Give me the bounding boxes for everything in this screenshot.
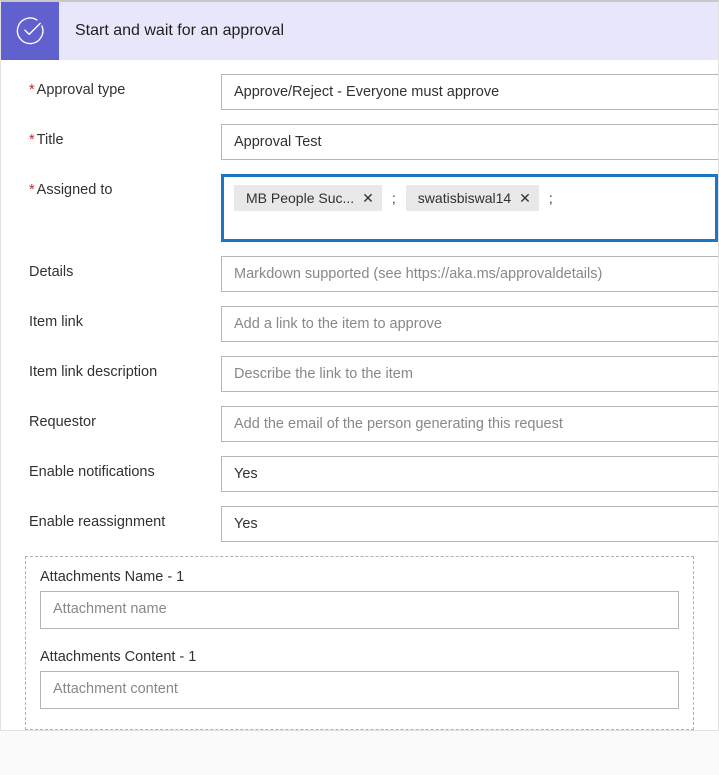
input-attachment-content[interactable]: Attachment content [40, 671, 679, 709]
label-enable-notifications: Enable notifications [29, 456, 221, 480]
close-icon[interactable]: ✕ [519, 191, 531, 205]
row-requestor: Requestor Add the email of the person ge… [1, 406, 718, 442]
card-title: Start and wait for an approval [75, 22, 284, 40]
label-item-link-desc: Item link description [29, 356, 221, 380]
input-details[interactable]: Markdown supported (see https://aka.ms/a… [221, 256, 718, 292]
input-enable-notifications[interactable]: Yes [221, 456, 718, 492]
token-separator: ; [386, 190, 402, 206]
row-assigned-to: *Assigned to MB People Suc... ✕ ; swatis… [1, 174, 718, 242]
approval-icon [1, 2, 59, 60]
input-assigned-to[interactable]: MB People Suc... ✕ ; swatisbiswal14 ✕ ; [221, 174, 718, 242]
input-attachment-name[interactable]: Attachment name [40, 591, 679, 629]
row-item-link: Item link Add a link to the item to appr… [1, 306, 718, 342]
token-text: swatisbiswal14 [418, 190, 511, 206]
label-title: *Title [29, 124, 221, 148]
approval-action-card: Start and wait for an approval *Approval… [0, 0, 719, 731]
assignee-token[interactable]: MB People Suc... ✕ [234, 185, 382, 211]
input-requestor[interactable]: Add the email of the person generating t… [221, 406, 718, 442]
label-approval-type: *Approval type [29, 74, 221, 98]
input-approval-type[interactable]: Approve/Reject - Everyone must approve [221, 74, 718, 110]
row-details: Details Markdown supported (see https://… [1, 256, 718, 292]
input-title[interactable]: Approval Test [221, 124, 718, 160]
label-details: Details [29, 256, 221, 280]
row-item-link-desc: Item link description Describe the link … [1, 356, 718, 392]
label-requestor: Requestor [29, 406, 221, 430]
form-body: *Approval type Approve/Reject - Everyone… [1, 60, 718, 730]
label-attachment-content: Attachments Content - 1 [40, 649, 240, 665]
label-assigned-to: *Assigned to [29, 174, 221, 198]
close-icon[interactable]: ✕ [362, 191, 374, 205]
input-item-link-desc[interactable]: Describe the link to the item [221, 356, 718, 392]
input-enable-reassignment[interactable]: Yes [221, 506, 718, 542]
label-attachment-name: Attachments Name - 1 [40, 569, 240, 585]
row-enable-notifications: Enable notifications Yes [1, 456, 718, 492]
token-text: MB People Suc... [246, 190, 354, 206]
row-approval-type: *Approval type Approve/Reject - Everyone… [1, 74, 718, 110]
label-item-link: Item link [29, 306, 221, 330]
input-item-link[interactable]: Add a link to the item to approve [221, 306, 718, 342]
attachment-name-group: Attachments Name - 1 Attachment name [40, 569, 679, 629]
attachment-content-group: Attachments Content - 1 Attachment conte… [40, 649, 679, 709]
row-enable-reassignment: Enable reassignment Yes [1, 506, 718, 542]
label-enable-reassignment: Enable reassignment [29, 506, 221, 530]
assignee-token[interactable]: swatisbiswal14 ✕ [406, 185, 539, 211]
token-separator: ; [543, 190, 559, 206]
attachments-section: Attachments Name - 1 Attachment name Att… [25, 556, 694, 730]
row-title: *Title Approval Test [1, 124, 718, 160]
card-header[interactable]: Start and wait for an approval [1, 2, 718, 60]
